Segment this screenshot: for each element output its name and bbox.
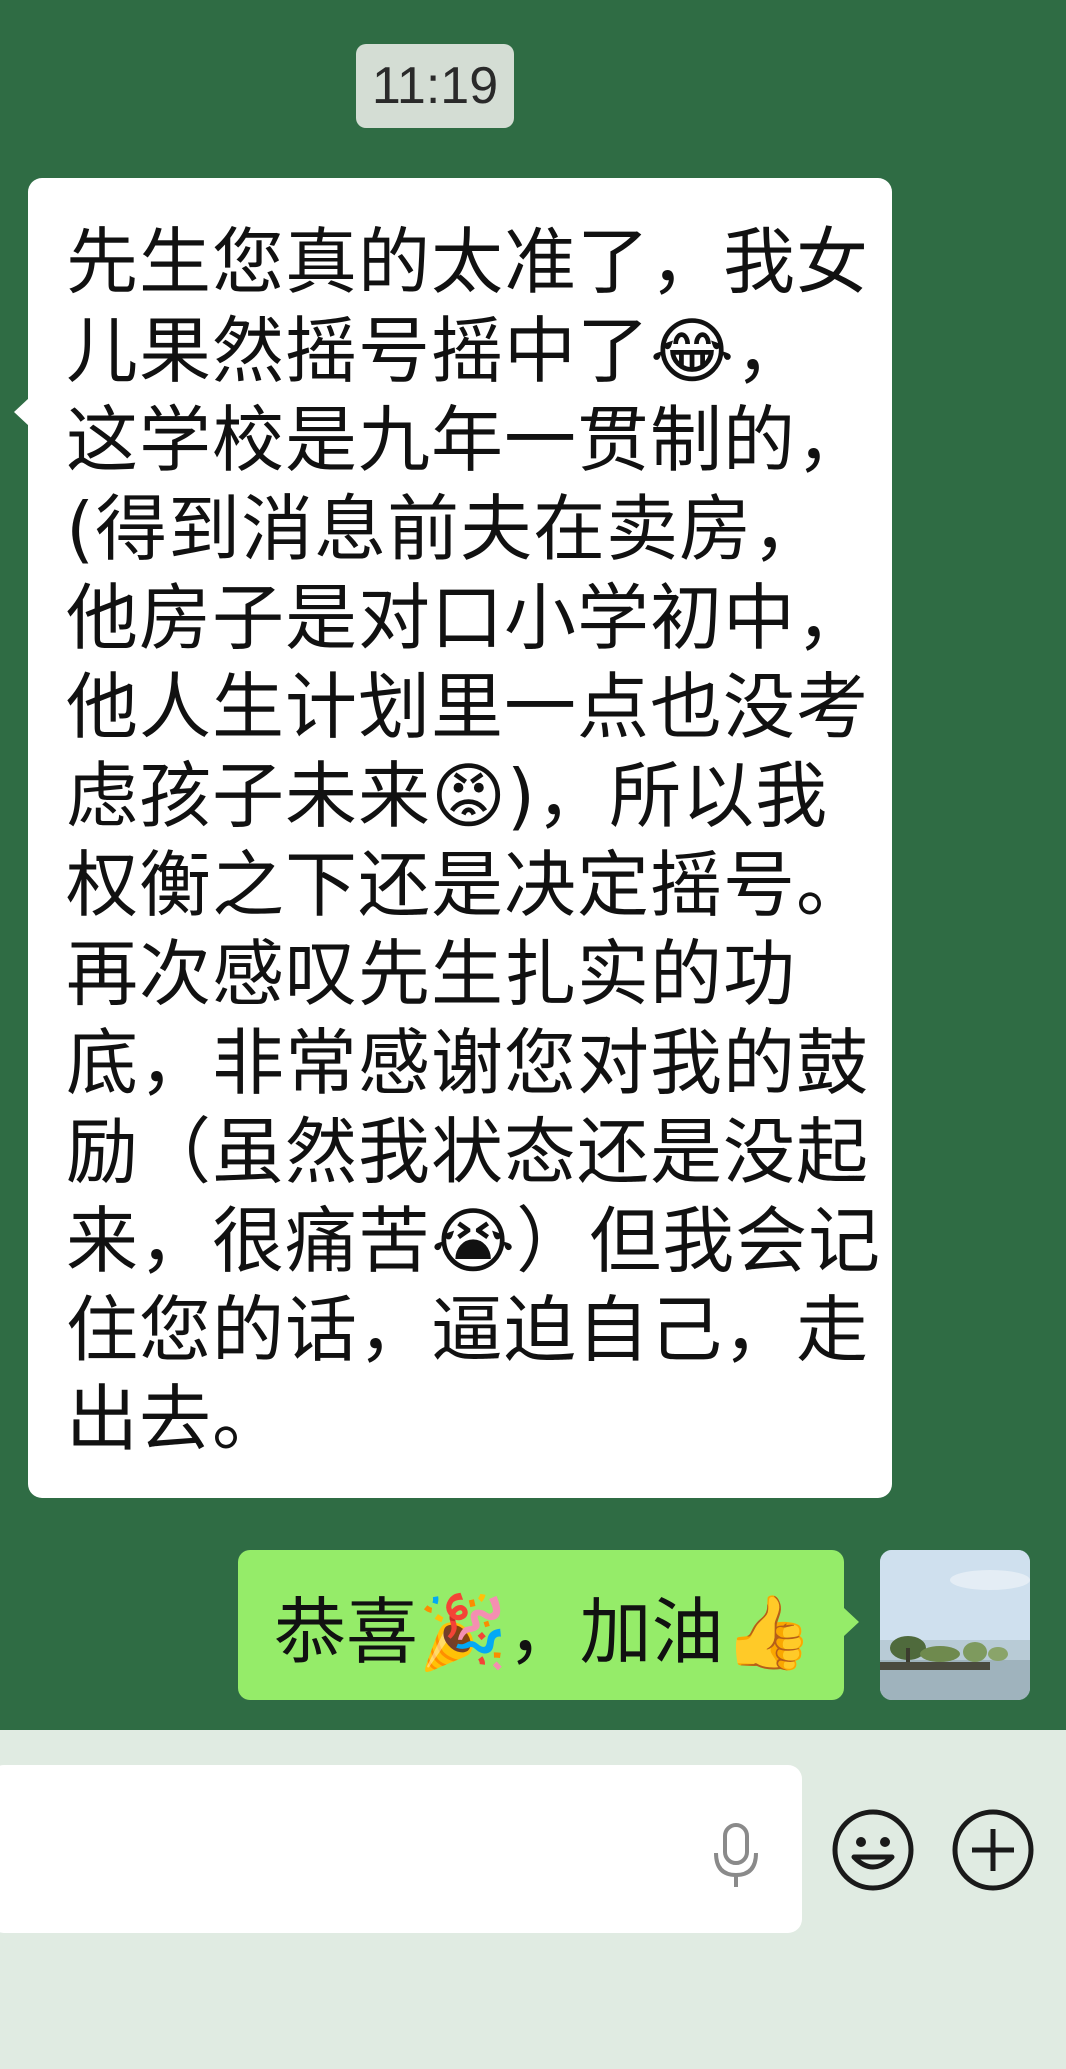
message-line: 底，非常感谢您对我的鼓 [66, 1021, 870, 1105]
message-line: 先生您真的太准了，我女 [66, 220, 870, 304]
plus-icon[interactable] [950, 1807, 1036, 1893]
message-line: 他房子是对口小学初中， [66, 576, 870, 660]
chat-area: 11:19 先生您真的太准了，我女 儿果然摇号摇中了😂， 这学校是九年一贯制的，… [0, 0, 1066, 1730]
message-timestamp: 11:19 [356, 44, 514, 128]
message-line: 这学校是九年一贯制的， [66, 398, 870, 482]
message-line: 来，很痛苦😭）但我会记 [66, 1199, 882, 1283]
message-line: (得到消息前夫在卖房， [66, 487, 826, 571]
message-line: 虑孩子未来😡)，所以我 [66, 754, 829, 838]
microphone-icon[interactable] [710, 1823, 762, 1889]
message-line: 励（虽然我状态还是没起 [66, 1110, 870, 1194]
avatar-landscape-image [880, 1550, 1030, 1700]
outgoing-message-bubble[interactable]: 恭喜🎉，加油👍 [238, 1550, 859, 1700]
emoji-icon[interactable] [830, 1807, 916, 1893]
input-bar [0, 1730, 1066, 2069]
message-line: 住您的话，逼迫自己，走 [66, 1288, 870, 1372]
message-line: 他人生计划里一点也没考 [66, 665, 870, 749]
incoming-message-bubble[interactable]: 先生您真的太准了，我女 儿果然摇号摇中了😂， 这学校是九年一贯制的， (得到消息… [14, 178, 892, 1498]
message-input[interactable] [0, 1765, 802, 1933]
avatar[interactable] [880, 1550, 1030, 1700]
message-line: 权衡之下还是决定摇号。 [66, 843, 870, 927]
message-line: 出去。 [66, 1377, 286, 1461]
message-line: 儿果然摇号摇中了😂， [66, 309, 809, 393]
outgoing-message-text: 恭喜🎉，加油👍 [274, 1589, 814, 1674]
message-line: 再次感叹先生扎实的功 [66, 932, 797, 1016]
